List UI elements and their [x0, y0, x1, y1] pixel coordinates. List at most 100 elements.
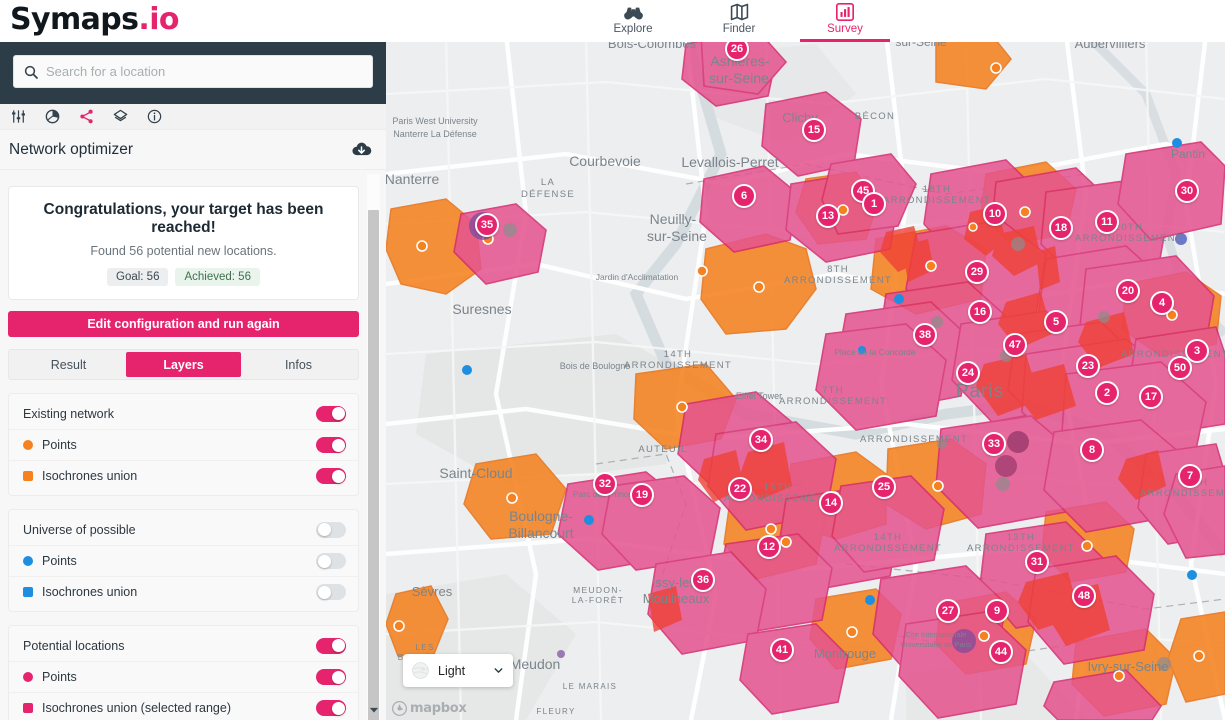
toggle-universe-of-possible[interactable]: [316, 521, 346, 538]
map-marker-29[interactable]: 29: [965, 260, 989, 284]
layer-label: Isochrones union (selected range): [42, 701, 232, 715]
layer-row-universe-points[interactable]: Points: [9, 545, 358, 576]
map-marker-16[interactable]: 16: [968, 300, 992, 324]
layer-group-existing-network: Existing network Points Isochrones union: [8, 393, 359, 496]
toggle-existing-isochrones[interactable]: [316, 468, 346, 484]
chevron-down-icon[interactable]: [492, 664, 505, 677]
map-marker-34[interactable]: 34: [749, 428, 773, 452]
layers-icon[interactable]: [113, 109, 128, 124]
pie-chart-icon[interactable]: [45, 109, 60, 124]
info-icon[interactable]: [147, 109, 162, 124]
map-style-selector[interactable]: Light: [403, 654, 513, 687]
map-marker-23[interactable]: 23: [1076, 354, 1100, 378]
toggle-potential-isochrones[interactable]: [316, 700, 346, 716]
tab-layers[interactable]: Layers: [126, 352, 241, 377]
map-marker-1[interactable]: 1: [862, 192, 886, 216]
map-marker-48[interactable]: 48: [1072, 584, 1096, 608]
nav-item-survey[interactable]: Survey: [792, 0, 898, 42]
mapbox-logo-icon: [392, 701, 407, 716]
mapbox-attribution[interactable]: mapbox: [392, 701, 467, 716]
toggle-existing-network[interactable]: [316, 405, 346, 422]
result-card: Congratulations, your target has been re…: [8, 186, 359, 300]
layer-label: Isochrones union: [42, 469, 138, 483]
map-marker-12[interactable]: 12: [757, 535, 781, 559]
map-marker-27[interactable]: 27: [936, 599, 960, 623]
nav-label-survey: Survey: [827, 23, 863, 35]
toggle-universe-isochrones[interactable]: [316, 584, 346, 600]
nav-item-explore[interactable]: Explore: [580, 0, 686, 42]
share-icon[interactable]: [79, 109, 94, 124]
map-marker-13[interactable]: 13: [816, 204, 840, 228]
scroll-down-arrow-icon[interactable]: [368, 704, 379, 715]
nav-item-finder[interactable]: Finder: [686, 0, 792, 42]
brand-name: Symaps: [10, 2, 139, 37]
map-marker-24[interactable]: 24: [956, 361, 980, 385]
goal-badge: Goal: 56: [107, 268, 169, 286]
main-nav: Explore Finder Survey: [580, 0, 898, 42]
map-marker-31[interactable]: 31: [1025, 550, 1049, 574]
map-marker-2[interactable]: 2: [1095, 381, 1119, 405]
map-marker-17[interactable]: 17: [1139, 385, 1163, 409]
toggle-universe-points[interactable]: [316, 553, 346, 569]
map-style-label: Light: [438, 663, 466, 678]
map-marker-25[interactable]: 25: [872, 475, 896, 499]
layer-row-potential-isochrones[interactable]: Isochrones union (selected range): [9, 692, 358, 720]
toggle-existing-points[interactable]: [316, 437, 346, 453]
search-box[interactable]: [13, 55, 373, 88]
toggle-potential-locations[interactable]: [316, 637, 346, 654]
layer-row-potential-points[interactable]: Points: [9, 661, 358, 692]
map-marker-4[interactable]: 4: [1150, 291, 1174, 315]
map-marker-47[interactable]: 47: [1003, 333, 1027, 357]
map-marker-30[interactable]: 30: [1175, 179, 1199, 203]
map-marker-5[interactable]: 5: [1044, 310, 1068, 334]
map-marker-18[interactable]: 18: [1049, 216, 1073, 240]
map-canvas[interactable]: Bois-ColombesAsnières-sur-SeineSaint-Oue…: [386, 34, 1225, 720]
map-marker-8[interactable]: 8: [1080, 438, 1104, 462]
edit-configuration-button[interactable]: Edit configuration and run again: [8, 311, 359, 337]
map-marker-38[interactable]: 38: [913, 323, 937, 347]
map-marker-layer[interactable]: 26 15 6 45 1 13 10 18 11 30 35 29 20 4 16 38 5 47 3 24 23 50 2…: [386, 34, 1225, 720]
map-marker-19[interactable]: 19: [630, 483, 654, 507]
map-marker-35[interactable]: 35: [475, 213, 499, 237]
map-marker-7[interactable]: 7: [1178, 464, 1202, 488]
nav-label-finder: Finder: [722, 23, 756, 35]
map-marker-14[interactable]: 14: [819, 491, 843, 515]
app-logo[interactable]: Symaps.io: [10, 2, 179, 37]
color-swatch: [23, 471, 33, 481]
map-marker-10[interactable]: 10: [983, 202, 1007, 226]
map-marker-50[interactable]: 50: [1168, 356, 1192, 380]
toggle-potential-points[interactable]: [316, 669, 346, 685]
sidebar-scroll-area: Congratulations, your target has been re…: [0, 172, 386, 720]
layer-row-existing-isochrones[interactable]: Isochrones union: [9, 460, 358, 491]
search-icon: [24, 65, 38, 79]
result-subtitle: Found 56 potential new locations.: [90, 244, 277, 258]
search-header: [0, 42, 386, 104]
layer-row-existing-points[interactable]: Points: [9, 429, 358, 460]
layer-row-universe-head[interactable]: Universe of possible: [9, 514, 358, 545]
layer-row-existing-network-head[interactable]: Existing network: [9, 398, 358, 429]
map-marker-22[interactable]: 22: [728, 477, 752, 501]
map-marker-44[interactable]: 44: [989, 640, 1013, 664]
map-marker-36[interactable]: 36: [691, 568, 715, 592]
tab-result[interactable]: Result: [11, 352, 126, 377]
sliders-icon[interactable]: [11, 109, 26, 124]
map-marker-11[interactable]: 11: [1095, 210, 1119, 234]
map-marker-20[interactable]: 20: [1116, 279, 1140, 303]
bar-chart-icon: [836, 2, 854, 22]
layer-row-universe-isochrones[interactable]: Isochrones union: [9, 576, 358, 607]
layer-label: Points: [42, 670, 77, 684]
achieved-badge: Achieved: 56: [175, 268, 260, 286]
map-marker-41[interactable]: 41: [770, 638, 794, 662]
map-marker-15[interactable]: 15: [802, 118, 826, 142]
layer-label: Points: [42, 438, 77, 452]
sidebar-scrollbar-thumb[interactable]: [368, 210, 379, 720]
brand-suffix: .io: [138, 2, 179, 37]
map-marker-33[interactable]: 33: [982, 432, 1006, 456]
map-marker-9[interactable]: 9: [985, 599, 1009, 623]
search-input[interactable]: [46, 64, 363, 79]
map-marker-32[interactable]: 32: [593, 472, 617, 496]
tab-infos[interactable]: Infos: [241, 352, 356, 377]
cloud-download-icon[interactable]: [351, 141, 372, 158]
map-marker-6[interactable]: 6: [732, 184, 756, 208]
layer-row-potential-head[interactable]: Potential locations: [9, 630, 358, 661]
